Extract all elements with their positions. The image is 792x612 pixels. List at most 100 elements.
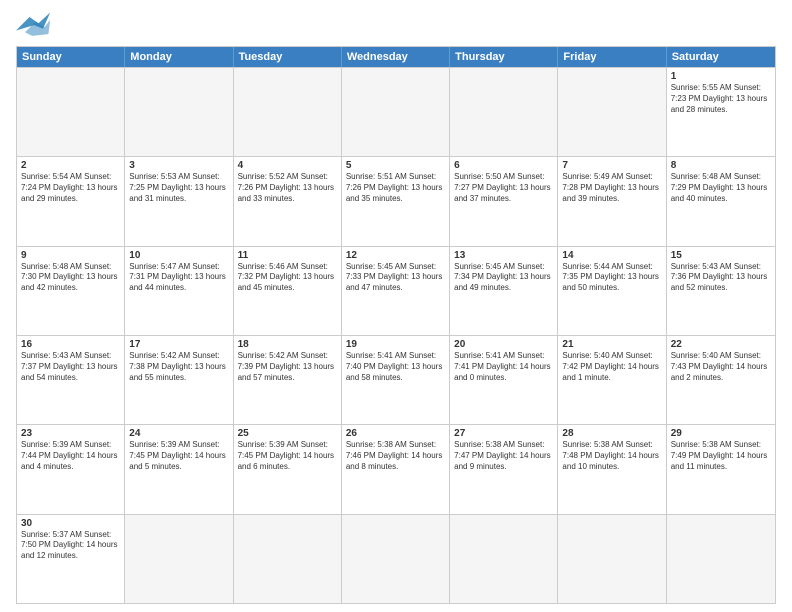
day-number: 17	[129, 339, 228, 350]
day-number: 25	[238, 428, 337, 439]
calendar-cell: 12Sunrise: 5:45 AM Sunset: 7:33 PM Dayli…	[342, 247, 450, 335]
calendar-cell	[125, 68, 233, 156]
calendar-cell: 8Sunrise: 5:48 AM Sunset: 7:29 PM Daylig…	[667, 157, 775, 245]
day-number: 16	[21, 339, 120, 350]
calendar: SundayMondayTuesdayWednesdayThursdayFrid…	[16, 46, 776, 604]
logo-icon	[16, 12, 52, 40]
calendar-cell	[17, 68, 125, 156]
calendar-cell: 5Sunrise: 5:51 AM Sunset: 7:26 PM Daylig…	[342, 157, 450, 245]
day-number: 23	[21, 428, 120, 439]
weekday-header-tuesday: Tuesday	[234, 47, 342, 67]
cell-content: Sunrise: 5:38 AM Sunset: 7:47 PM Dayligh…	[454, 440, 553, 472]
cell-content: Sunrise: 5:41 AM Sunset: 7:41 PM Dayligh…	[454, 351, 553, 383]
calendar-cell: 19Sunrise: 5:41 AM Sunset: 7:40 PM Dayli…	[342, 336, 450, 424]
day-number: 22	[671, 339, 771, 350]
calendar-cell: 7Sunrise: 5:49 AM Sunset: 7:28 PM Daylig…	[558, 157, 666, 245]
cell-content: Sunrise: 5:38 AM Sunset: 7:48 PM Dayligh…	[562, 440, 661, 472]
calendar-cell: 18Sunrise: 5:42 AM Sunset: 7:39 PM Dayli…	[234, 336, 342, 424]
cell-content: Sunrise: 5:45 AM Sunset: 7:33 PM Dayligh…	[346, 262, 445, 294]
calendar-cell: 24Sunrise: 5:39 AM Sunset: 7:45 PM Dayli…	[125, 425, 233, 513]
calendar-cell: 17Sunrise: 5:42 AM Sunset: 7:38 PM Dayli…	[125, 336, 233, 424]
cell-content: Sunrise: 5:42 AM Sunset: 7:38 PM Dayligh…	[129, 351, 228, 383]
cell-content: Sunrise: 5:39 AM Sunset: 7:45 PM Dayligh…	[238, 440, 337, 472]
calendar-cell: 27Sunrise: 5:38 AM Sunset: 7:47 PM Dayli…	[450, 425, 558, 513]
calendar-cell	[342, 68, 450, 156]
calendar-row-2: 9Sunrise: 5:48 AM Sunset: 7:30 PM Daylig…	[17, 246, 775, 335]
calendar-cell: 11Sunrise: 5:46 AM Sunset: 7:32 PM Dayli…	[234, 247, 342, 335]
calendar-cell: 20Sunrise: 5:41 AM Sunset: 7:41 PM Dayli…	[450, 336, 558, 424]
cell-content: Sunrise: 5:38 AM Sunset: 7:46 PM Dayligh…	[346, 440, 445, 472]
weekday-header-wednesday: Wednesday	[342, 47, 450, 67]
calendar-cell: 30Sunrise: 5:37 AM Sunset: 7:50 PM Dayli…	[17, 515, 125, 603]
calendar-cell: 22Sunrise: 5:40 AM Sunset: 7:43 PM Dayli…	[667, 336, 775, 424]
calendar-cell	[558, 515, 666, 603]
cell-content: Sunrise: 5:54 AM Sunset: 7:24 PM Dayligh…	[21, 172, 120, 204]
calendar-cell: 29Sunrise: 5:38 AM Sunset: 7:49 PM Dayli…	[667, 425, 775, 513]
cell-content: Sunrise: 5:50 AM Sunset: 7:27 PM Dayligh…	[454, 172, 553, 204]
calendar-cell: 14Sunrise: 5:44 AM Sunset: 7:35 PM Dayli…	[558, 247, 666, 335]
day-number: 10	[129, 250, 228, 261]
calendar-cell	[125, 515, 233, 603]
cell-content: Sunrise: 5:39 AM Sunset: 7:44 PM Dayligh…	[21, 440, 120, 472]
day-number: 19	[346, 339, 445, 350]
calendar-cell: 15Sunrise: 5:43 AM Sunset: 7:36 PM Dayli…	[667, 247, 775, 335]
calendar-cell: 6Sunrise: 5:50 AM Sunset: 7:27 PM Daylig…	[450, 157, 558, 245]
weekday-header-monday: Monday	[125, 47, 233, 67]
calendar-body: 1Sunrise: 5:55 AM Sunset: 7:23 PM Daylig…	[17, 67, 775, 603]
calendar-cell: 21Sunrise: 5:40 AM Sunset: 7:42 PM Dayli…	[558, 336, 666, 424]
logo	[16, 12, 106, 40]
cell-content: Sunrise: 5:43 AM Sunset: 7:36 PM Dayligh…	[671, 262, 771, 294]
calendar-cell: 9Sunrise: 5:48 AM Sunset: 7:30 PM Daylig…	[17, 247, 125, 335]
cell-content: Sunrise: 5:42 AM Sunset: 7:39 PM Dayligh…	[238, 351, 337, 383]
cell-content: Sunrise: 5:53 AM Sunset: 7:25 PM Dayligh…	[129, 172, 228, 204]
calendar-cell: 23Sunrise: 5:39 AM Sunset: 7:44 PM Dayli…	[17, 425, 125, 513]
day-number: 8	[671, 160, 771, 171]
day-number: 15	[671, 250, 771, 261]
day-number: 24	[129, 428, 228, 439]
cell-content: Sunrise: 5:46 AM Sunset: 7:32 PM Dayligh…	[238, 262, 337, 294]
calendar-cell: 10Sunrise: 5:47 AM Sunset: 7:31 PM Dayli…	[125, 247, 233, 335]
calendar-row-1: 2Sunrise: 5:54 AM Sunset: 7:24 PM Daylig…	[17, 156, 775, 245]
calendar-cell	[234, 515, 342, 603]
calendar-row-3: 16Sunrise: 5:43 AM Sunset: 7:37 PM Dayli…	[17, 335, 775, 424]
page: SundayMondayTuesdayWednesdayThursdayFrid…	[0, 0, 792, 612]
cell-content: Sunrise: 5:44 AM Sunset: 7:35 PM Dayligh…	[562, 262, 661, 294]
calendar-cell: 28Sunrise: 5:38 AM Sunset: 7:48 PM Dayli…	[558, 425, 666, 513]
calendar-cell: 26Sunrise: 5:38 AM Sunset: 7:46 PM Dayli…	[342, 425, 450, 513]
cell-content: Sunrise: 5:48 AM Sunset: 7:29 PM Dayligh…	[671, 172, 771, 204]
day-number: 14	[562, 250, 661, 261]
cell-content: Sunrise: 5:38 AM Sunset: 7:49 PM Dayligh…	[671, 440, 771, 472]
cell-content: Sunrise: 5:51 AM Sunset: 7:26 PM Dayligh…	[346, 172, 445, 204]
calendar-cell: 13Sunrise: 5:45 AM Sunset: 7:34 PM Dayli…	[450, 247, 558, 335]
day-number: 5	[346, 160, 445, 171]
calendar-cell	[667, 515, 775, 603]
day-number: 28	[562, 428, 661, 439]
day-number: 20	[454, 339, 553, 350]
header	[16, 12, 776, 40]
day-number: 13	[454, 250, 553, 261]
cell-content: Sunrise: 5:40 AM Sunset: 7:43 PM Dayligh…	[671, 351, 771, 383]
cell-content: Sunrise: 5:55 AM Sunset: 7:23 PM Dayligh…	[671, 83, 771, 115]
weekday-header-sunday: Sunday	[17, 47, 125, 67]
day-number: 21	[562, 339, 661, 350]
day-number: 4	[238, 160, 337, 171]
cell-content: Sunrise: 5:45 AM Sunset: 7:34 PM Dayligh…	[454, 262, 553, 294]
weekday-header-thursday: Thursday	[450, 47, 558, 67]
calendar-header: SundayMondayTuesdayWednesdayThursdayFrid…	[17, 47, 775, 67]
day-number: 27	[454, 428, 553, 439]
cell-content: Sunrise: 5:43 AM Sunset: 7:37 PM Dayligh…	[21, 351, 120, 383]
cell-content: Sunrise: 5:47 AM Sunset: 7:31 PM Dayligh…	[129, 262, 228, 294]
calendar-cell	[342, 515, 450, 603]
day-number: 30	[21, 518, 120, 529]
day-number: 11	[238, 250, 337, 261]
calendar-row-5: 30Sunrise: 5:37 AM Sunset: 7:50 PM Dayli…	[17, 514, 775, 603]
cell-content: Sunrise: 5:48 AM Sunset: 7:30 PM Dayligh…	[21, 262, 120, 294]
calendar-cell	[450, 515, 558, 603]
cell-content: Sunrise: 5:52 AM Sunset: 7:26 PM Dayligh…	[238, 172, 337, 204]
day-number: 12	[346, 250, 445, 261]
calendar-cell	[558, 68, 666, 156]
calendar-cell: 4Sunrise: 5:52 AM Sunset: 7:26 PM Daylig…	[234, 157, 342, 245]
day-number: 7	[562, 160, 661, 171]
calendar-cell: 25Sunrise: 5:39 AM Sunset: 7:45 PM Dayli…	[234, 425, 342, 513]
day-number: 18	[238, 339, 337, 350]
